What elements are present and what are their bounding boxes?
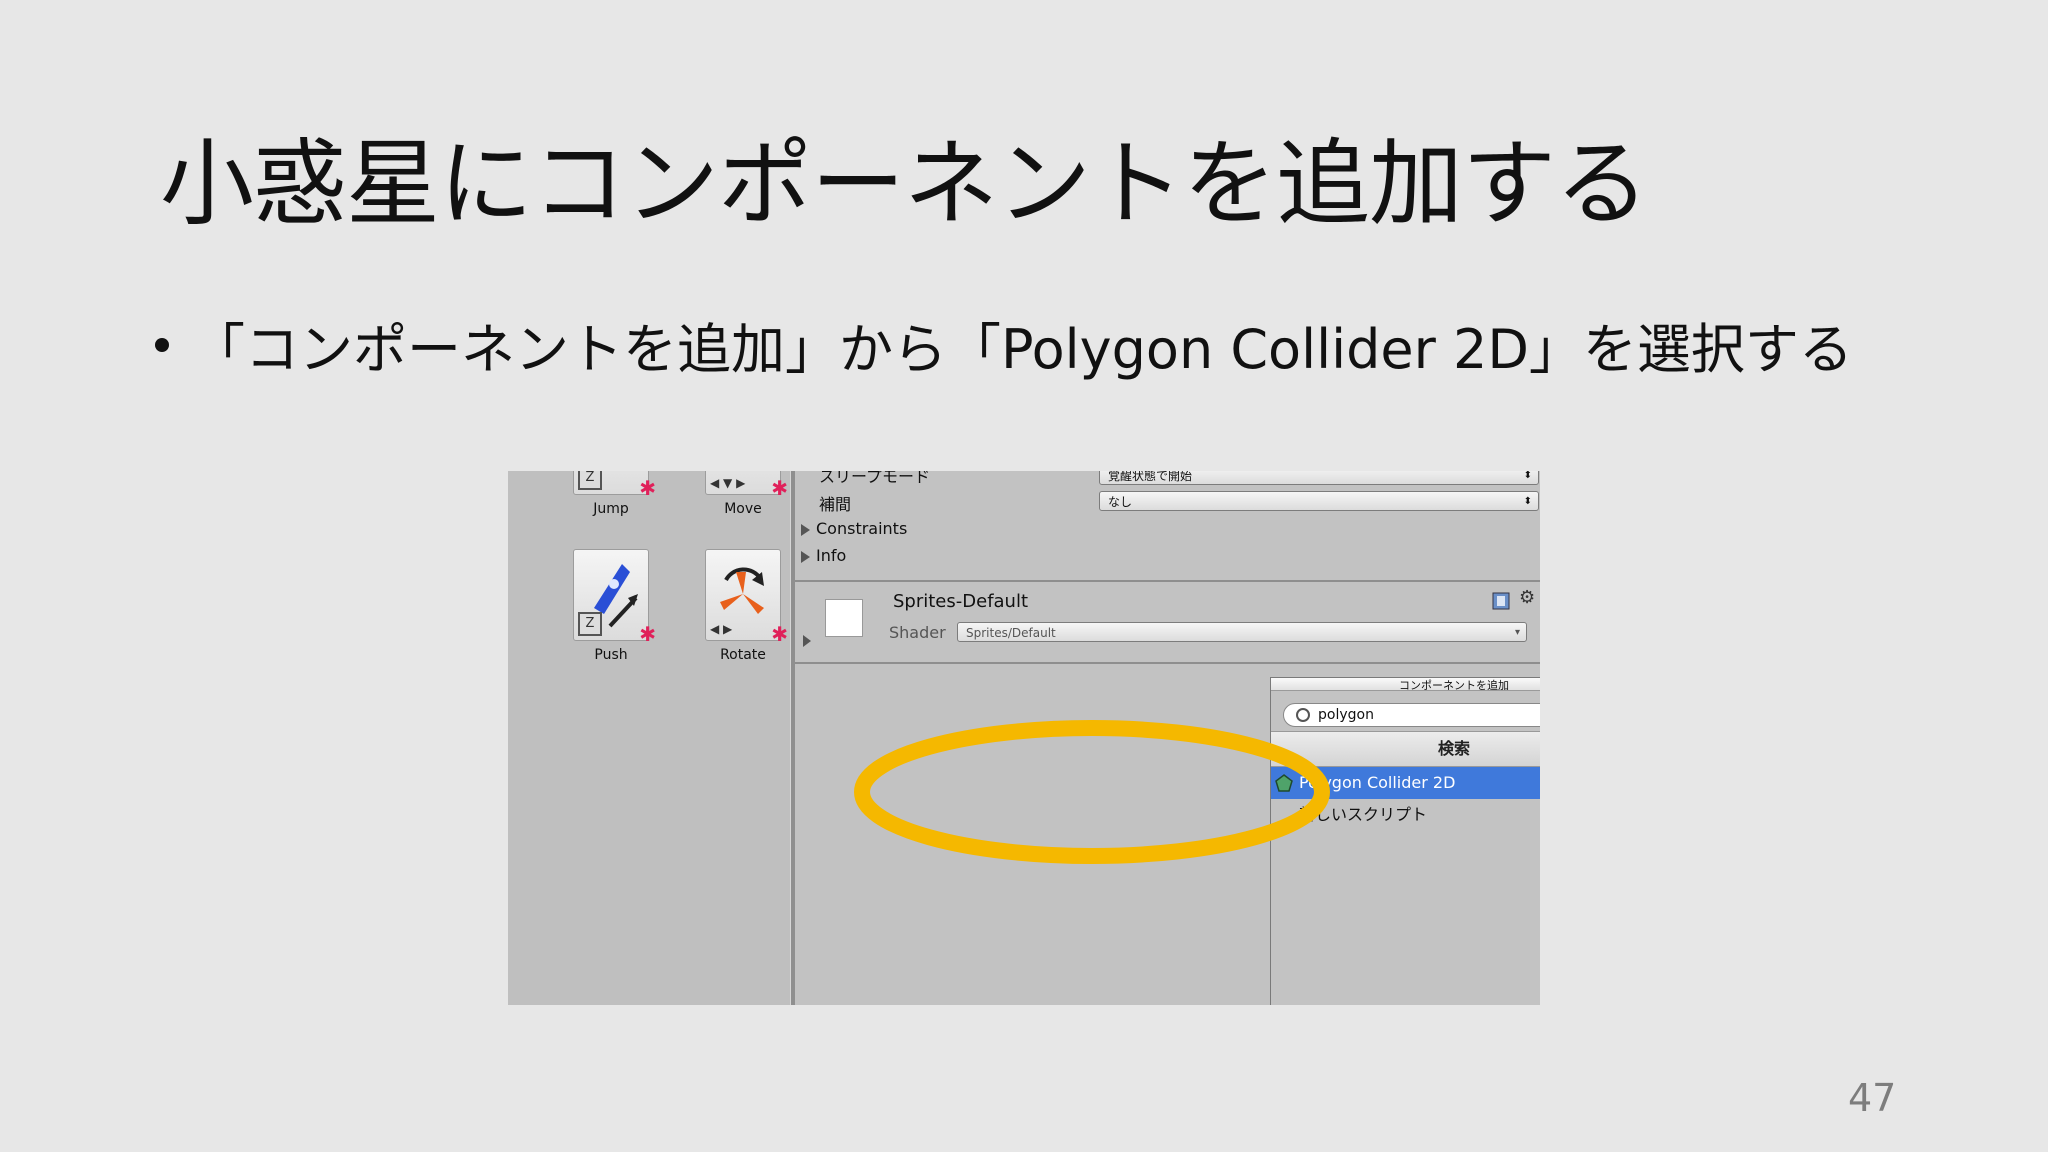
search-results-header: 検索 [1271,731,1540,767]
asset-rotate[interactable]: ◀ ▶ ✱ Rotate [688,549,798,663]
material-foldout-icon[interactable] [803,635,811,647]
interpolate-value: なし [1108,495,1133,509]
bullet-text: 「コンポーネントを追加」から「Polygon Collider 2D」を選択する [191,318,1853,381]
result-label: 新しいスクリプト [1299,805,1428,824]
constraints-foldout[interactable]: Constraints [801,519,907,538]
shader-value: Sprites/Default [966,626,1056,640]
sleep-mode-value: 覚醒状態で開始 [1108,471,1193,483]
popup-header: コンポーネントを追加 [1271,678,1540,691]
z-key-icon: Z [578,471,602,490]
move-behaviour-icon: ◀ ▼ ▶ ✱ [705,471,788,500]
asset-label: Jump [593,501,629,517]
search-area: polygon × [1271,691,1540,731]
section-divider [795,662,1540,664]
script-badge-icon: ✱ [771,476,788,500]
rotate-behaviour-icon: ◀ ▶ ✱ [705,549,788,646]
slide-title: 小惑星にコンポーネントを追加する [160,130,1649,239]
project-panel: Z ✱ Jump ◀ ▼ ▶ ✱ Move Z ✱ Push ◀ ▶ ✱ Rot… [508,471,790,1005]
constraints-label: Constraints [816,519,908,538]
foldout-arrow-icon [801,523,810,536]
search-value: polygon [1318,707,1374,723]
search-icon [1296,708,1310,722]
polygon-collider-icon [1275,774,1293,792]
add-component-popup: コンポーネントを追加 polygon × 検索 Polygon Collider… [1270,677,1540,1005]
bullet-item: 「コンポーネントを追加」から「Polygon Collider 2D」を選択する [155,305,1853,384]
info-label: Info [816,546,847,565]
component-search-input[interactable]: polygon × [1283,703,1540,727]
jump-behaviour-icon: Z ✱ [573,471,656,500]
interpolate-label: 補間 [819,495,852,514]
asset-jump[interactable]: Z ✱ Jump [556,471,666,517]
sleep-mode-dropdown[interactable]: 覚醒状態で開始 ⬍ [1099,471,1539,485]
section-divider [795,580,1540,582]
help-book-icon[interactable] [1491,591,1511,611]
asset-push[interactable]: Z ✱ Push [556,549,666,663]
inspector-panel: スリープモード 覚醒状態で開始 ⬍ 補間 なし ⬍ Constraints In… [795,471,1540,1005]
rocket-push-icon: Z ✱ [573,549,656,646]
foldout-arrow-icon [801,550,810,563]
asset-move[interactable]: ◀ ▼ ▶ ✱ Move [688,471,798,517]
asset-label: Move [724,501,762,517]
unity-editor-screenshot: Z ✱ Jump ◀ ▼ ▶ ✱ Move Z ✱ Push ◀ ▶ ✱ Rot… [508,471,1540,1005]
result-polygon-collider-2d[interactable]: Polygon Collider 2D [1271,767,1540,799]
interpolate-dropdown[interactable]: なし ⬍ [1099,491,1539,511]
material-name: Sprites-Default [893,591,1029,612]
result-new-script[interactable]: 新しいスクリプト › [1271,799,1540,831]
script-badge-icon: ✱ [639,476,656,500]
dropdown-arrows-icon: ⬍ [1523,496,1532,507]
gear-icon[interactable]: ⚙ [1519,587,1535,608]
asset-label: Push [594,647,628,663]
material-preview [825,599,863,637]
slide-number: 47 [1848,1076,1897,1120]
shader-dropdown[interactable]: Sprites/Default ▾ [957,622,1527,642]
sleep-mode-label: スリープモード [819,471,931,486]
dropdown-arrow-icon: ▾ [1514,627,1520,638]
info-foldout[interactable]: Info [801,546,846,565]
dropdown-arrows-icon: ⬍ [1523,471,1532,481]
script-badge-icon: ✱ [639,622,656,646]
asset-label: Rotate [720,647,766,663]
result-label: Polygon Collider 2D [1299,773,1456,792]
z-key-icon: Z [578,612,602,636]
script-badge-icon: ✱ [771,622,788,646]
bullet-dot [155,337,169,352]
shader-label: Shader [889,623,946,642]
